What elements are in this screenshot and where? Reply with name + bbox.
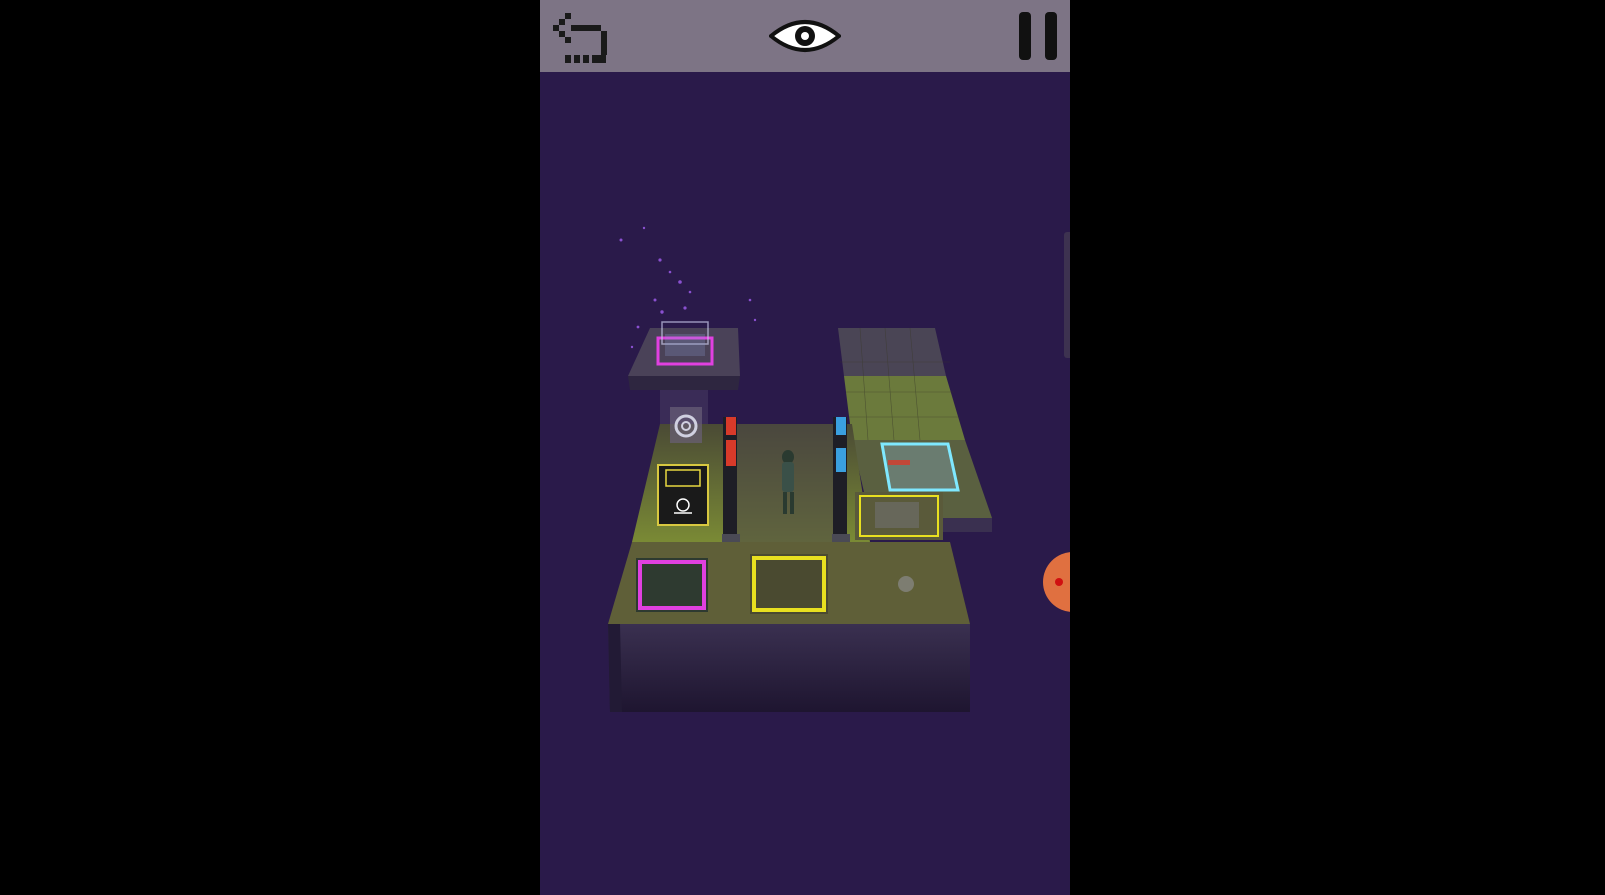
pressure-plate [855,492,943,540]
letterbox-left [0,0,540,895]
pause-button[interactable] [1010,0,1066,72]
undo-arrow-icon [553,13,607,63]
lock-symbol-icon [898,576,914,592]
record-dot-icon [1043,552,1070,612]
puzzle-board [540,72,1070,895]
yellow-target-pad [750,554,828,614]
top-bar [540,0,1070,72]
eye-icon [769,20,841,52]
pause-icon [1019,12,1057,60]
magenta-target-pad [636,558,708,612]
letterbox-right [1070,0,1605,895]
record-button[interactable] [1043,552,1070,612]
crate-box [657,464,709,526]
view-toggle-button[interactable] [762,0,848,72]
spiral-leaf-symbol-icon [670,407,702,443]
side-drawer-tab[interactable] [1064,232,1070,358]
hologram-cube-icon [880,442,960,492]
undo-button[interactable] [548,0,618,72]
board-render [608,226,992,712]
floating-platform [628,321,740,390]
game-viewport [540,0,1070,895]
